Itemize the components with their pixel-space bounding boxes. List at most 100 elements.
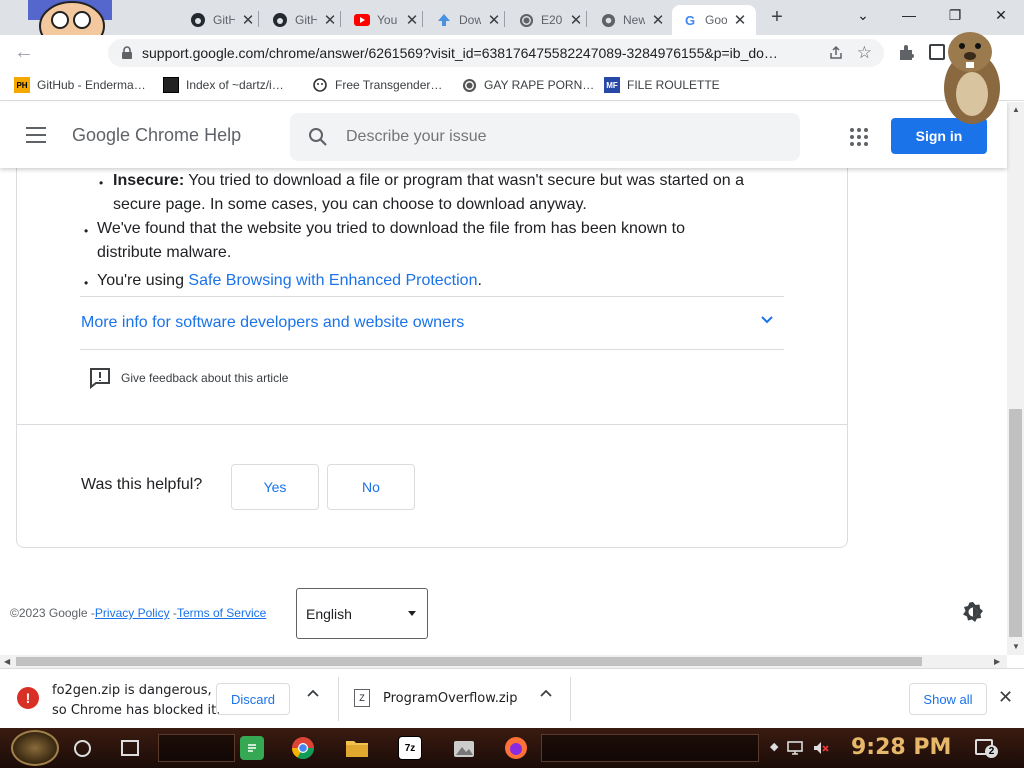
chevron-up-icon[interactable] xyxy=(307,689,319,697)
yes-button[interactable]: Yes xyxy=(231,464,319,510)
bookmark-label: Free Transgender… xyxy=(335,78,443,92)
bullet-dot: • xyxy=(84,224,89,238)
download-item-filename[interactable]: ProgramOverflow.zip xyxy=(383,691,518,706)
dark-mode-icon[interactable] xyxy=(962,601,984,623)
bookmarks-bar: PH GitHub - Enderma… Index of ~dartz/i… … xyxy=(0,71,1024,101)
tab-github-2[interactable]: GitH ✕ xyxy=(262,5,343,35)
scroll-right-arrow-icon[interactable]: ▶ xyxy=(994,657,1000,666)
google-apps-icon[interactable] xyxy=(850,128,868,146)
close-icon[interactable]: ✕ xyxy=(733,11,747,29)
extensions-puzzle-icon[interactable] xyxy=(897,44,915,62)
page-title[interactable]: Google Chrome Help xyxy=(72,125,241,146)
shelf-divider xyxy=(338,677,339,721)
globe-icon xyxy=(518,12,534,28)
cortana-icon[interactable] xyxy=(74,740,91,757)
bullet-dot: • xyxy=(84,276,89,290)
close-shelf-icon[interactable]: ✕ xyxy=(998,687,1013,708)
tab-title: New xyxy=(623,13,645,27)
menu-icon[interactable] xyxy=(26,127,46,143)
tab-title: Goo xyxy=(705,13,727,27)
bullet-dot: • xyxy=(99,176,104,190)
scroll-down-arrow-icon[interactable]: ▼ xyxy=(1012,642,1020,651)
bookmark-github[interactable]: PH GitHub - Enderma… xyxy=(14,77,146,93)
article-content: • Insecure: You tried to download a file… xyxy=(0,168,1007,655)
more-info-label[interactable]: More info for software developers and we… xyxy=(81,314,464,332)
safe-browsing-link[interactable]: Safe Browsing with Enhanced Protection xyxy=(188,272,477,289)
danger-icon: ! xyxy=(17,687,39,709)
help-search-box[interactable] xyxy=(290,113,800,161)
notes-app-icon[interactable] xyxy=(240,736,264,760)
lock-icon[interactable] xyxy=(120,46,134,60)
blocked-download-line1: fo2gen.zip is dangerous, xyxy=(52,683,212,698)
tab-github-1[interactable]: GitH ✕ xyxy=(180,5,261,35)
task-view-icon[interactable] xyxy=(121,740,139,756)
url-text[interactable]: support.google.com/chrome/answer/6261569… xyxy=(142,45,812,61)
cartoon-groundhog-overlay xyxy=(944,32,1000,124)
new-tab-button[interactable]: + xyxy=(764,5,790,29)
close-icon[interactable]: ✕ xyxy=(323,11,337,29)
tab-divider xyxy=(422,11,423,27)
shelf-divider xyxy=(570,677,571,721)
7zip-app-icon[interactable]: 7z xyxy=(398,736,422,760)
bookmark-label: GitHub - Enderma… xyxy=(37,78,146,92)
youtube-icon xyxy=(354,12,370,28)
bookmark-index[interactable]: Index of ~dartz/i… xyxy=(163,77,284,93)
tab-e20[interactable]: E20 ✕ xyxy=(508,5,589,35)
tab-youtube[interactable]: You ✕ xyxy=(344,5,425,35)
download-arrow-icon xyxy=(436,12,452,28)
tab-google-help[interactable]: G Goo ✕ xyxy=(672,5,756,35)
horizontal-scrollbar[interactable]: ◀ ▶ xyxy=(0,655,1007,668)
chevron-up-icon[interactable] xyxy=(540,689,552,697)
vertical-scrollbar[interactable]: ▲ ▼ xyxy=(1007,102,1024,655)
windows-taskbar: 7z ◆ 9:28 PM 2 xyxy=(0,728,1024,768)
tab-title: Dow xyxy=(459,13,481,27)
photos-app-icon[interactable] xyxy=(452,736,476,760)
bookmark-file-roulette[interactable]: MF FILE ROULETTE xyxy=(604,77,720,93)
firefox-app-icon[interactable] xyxy=(504,736,528,760)
tab-search-chevron-icon[interactable]: ⌄ xyxy=(840,0,886,30)
back-arrow-icon[interactable]: ← xyxy=(14,41,34,64)
address-bar[interactable]: support.google.com/chrome/answer/6261569… xyxy=(108,39,884,67)
card-divider xyxy=(17,424,847,425)
help-search-input[interactable] xyxy=(346,128,766,146)
close-icon[interactable]: ✕ xyxy=(487,11,501,29)
close-icon[interactable]: ✕ xyxy=(569,11,583,29)
tray-overflow-icon[interactable]: ◆ xyxy=(770,740,778,756)
close-icon[interactable]: ✕ xyxy=(651,11,665,29)
scroll-up-arrow-icon[interactable]: ▲ xyxy=(1012,105,1020,114)
terms-of-service-link[interactable]: Terms of Service xyxy=(177,606,266,620)
tab-divider xyxy=(340,11,341,27)
no-button[interactable]: No xyxy=(327,464,415,510)
give-feedback-link[interactable]: Give feedback about this article xyxy=(89,367,288,389)
taskbar-panel xyxy=(158,734,235,762)
start-button[interactable] xyxy=(11,730,59,766)
privacy-policy-link[interactable]: Privacy Policy xyxy=(95,606,170,620)
bookmark-gay-rape[interactable]: GAY RAPE PORN… xyxy=(461,77,594,93)
bullet-insecure-line2: secure page. In some cases, you can choo… xyxy=(113,196,587,213)
chevron-down-icon[interactable] xyxy=(760,315,774,325)
more-info-expander[interactable]: More info for software developers and we… xyxy=(80,296,784,350)
minimize-button[interactable]: — xyxy=(886,0,932,30)
bookmark-transgender[interactable]: Free Transgender… xyxy=(312,77,442,93)
helpful-question: Was this helpful? xyxy=(81,476,203,493)
network-icon[interactable] xyxy=(786,740,804,756)
close-icon[interactable]: ✕ xyxy=(405,11,419,29)
vertical-scroll-thumb[interactable] xyxy=(1009,409,1022,637)
taskbar-clock[interactable]: 9:28 PM xyxy=(851,735,951,760)
file-explorer-app-icon[interactable] xyxy=(345,736,369,760)
bookmark-star-icon[interactable]: ☆ xyxy=(857,43,872,63)
share-icon[interactable] xyxy=(828,45,844,61)
scroll-left-arrow-icon[interactable]: ◀ xyxy=(4,657,10,666)
language-select[interactable]: English xyxy=(296,588,428,639)
close-icon[interactable]: ✕ xyxy=(241,11,255,29)
show-all-button[interactable]: Show all xyxy=(909,683,987,715)
volume-muted-icon[interactable] xyxy=(812,740,830,756)
github-icon xyxy=(190,12,206,28)
tab-download[interactable]: Dow ✕ xyxy=(426,5,507,35)
tab-new-tab[interactable]: New ✕ xyxy=(590,5,671,35)
horizontal-scroll-thumb[interactable] xyxy=(16,657,922,666)
chrome-app-icon[interactable] xyxy=(291,736,315,760)
discard-button[interactable]: Discard xyxy=(216,683,290,715)
ph-favicon-icon: PH xyxy=(14,77,30,93)
search-icon[interactable] xyxy=(308,127,328,147)
